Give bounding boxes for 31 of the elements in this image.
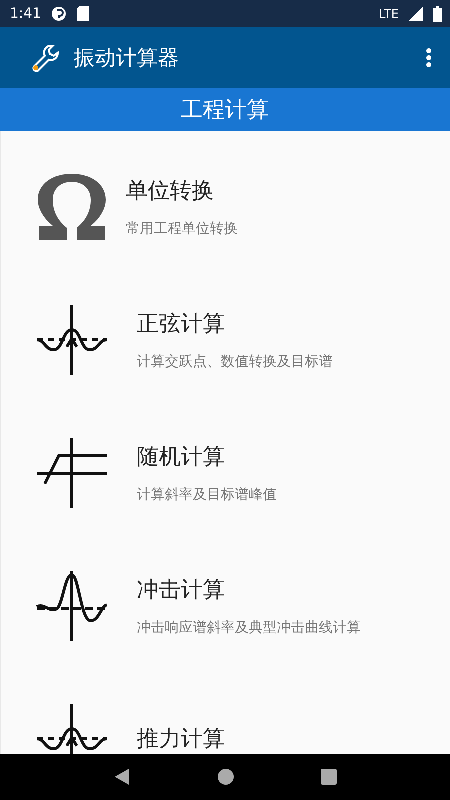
more-vertical-icon: [426, 48, 432, 68]
item-subtitle: 冲击响应谱斜率及典型冲击曲线计算: [137, 618, 361, 636]
item-title: 正弦计算: [137, 310, 226, 338]
home-circle-icon: [217, 768, 235, 786]
item-title: 随机计算: [137, 444, 226, 472]
shock-pulse-icon: [35, 568, 109, 642]
menu-item[interactable]: 正弦计算 计算交跃点、数值转换及目标谱: [1, 273, 450, 406]
sine-wave-icon: [35, 302, 109, 376]
network-type: LTE: [379, 6, 399, 20]
item-subtitle: 计算斜率及目标谱峰值: [137, 486, 277, 504]
menu-item[interactable]: 单位转换 常用工程单位转换: [1, 140, 450, 273]
menu-item[interactable]: 推力计算: [1, 672, 450, 754]
sine-wave-icon: [35, 702, 109, 754]
menu-item[interactable]: 冲击计算 冲击响应谱斜率及典型冲击曲线计算: [1, 539, 450, 672]
battery-icon: [433, 6, 442, 22]
item-title: 冲击计算: [137, 576, 226, 604]
notification-icon: [51, 6, 68, 22]
wrench-icon: [30, 42, 60, 72]
item-title: 推力计算: [137, 726, 225, 754]
recents-square-icon: [321, 769, 337, 785]
sd-card-icon: [77, 6, 90, 21]
status-time: 1:41: [10, 6, 42, 22]
item-title: 单位转换: [126, 178, 215, 206]
app-title: 振动计算器: [74, 44, 179, 72]
item-subtitle: 常用工程单位转换: [126, 220, 238, 238]
item-subtitle: 计算交跃点、数值转换及目标谱: [137, 352, 333, 370]
back-triangle-icon: [113, 768, 131, 786]
signal-icon: [409, 6, 423, 20]
section-header: 工程计算: [0, 88, 450, 131]
slope-graph-icon: [35, 436, 109, 510]
menu-item[interactable]: 随机计算 计算斜率及目标谱峰值: [1, 406, 450, 539]
